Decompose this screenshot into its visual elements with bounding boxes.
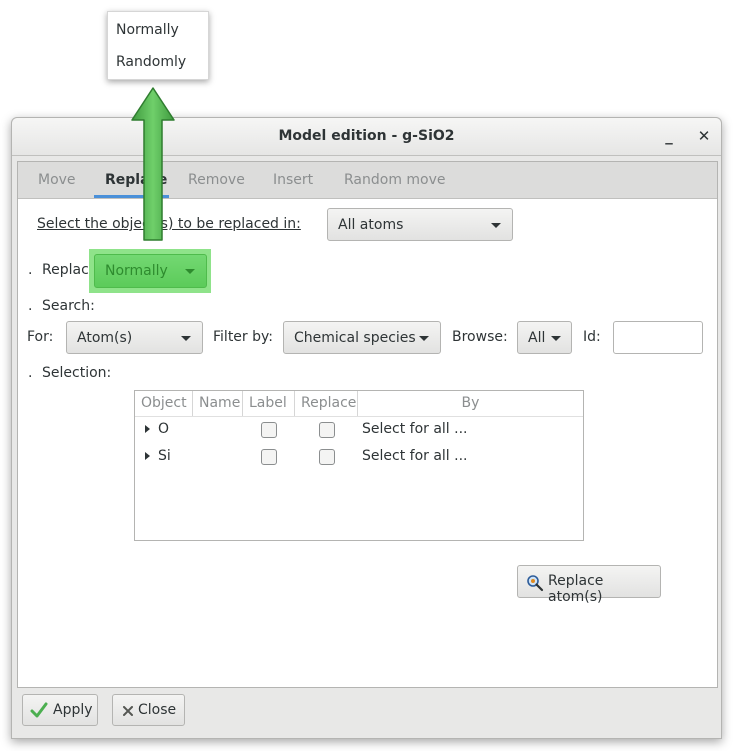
close-label: Close xyxy=(138,702,177,718)
browse-value: All xyxy=(528,330,546,346)
replace-checkbox[interactable] xyxy=(319,449,335,465)
popup-item-normally[interactable]: Normally xyxy=(116,22,179,38)
id-label: Id: xyxy=(583,329,601,345)
tab-remove[interactable]: Remove xyxy=(188,172,245,188)
apply-button[interactable]: Apply xyxy=(22,694,98,726)
label-checkbox[interactable] xyxy=(261,449,277,465)
tab-bar: Move Replace Remove Insert Random move xyxy=(18,162,717,199)
atom-magnify-icon xyxy=(527,575,544,592)
replace-atoms-button[interactable]: Replace atom(s) xyxy=(517,565,661,605)
col-replace[interactable]: Replace xyxy=(295,391,358,416)
row-object: Si xyxy=(158,448,171,464)
replace-mode-popup: Normally Randomly xyxy=(107,11,209,80)
row-by[interactable]: Select for all ... xyxy=(362,448,468,464)
selection-label: Selection: xyxy=(42,365,112,381)
chevron-down-icon xyxy=(551,336,561,341)
chevron-down-icon xyxy=(185,269,195,274)
for-label: For: xyxy=(27,329,54,345)
for-value: Atom(s) xyxy=(77,330,133,346)
browse-combo[interactable]: All xyxy=(517,321,572,354)
close-window-button[interactable]: ✕ xyxy=(693,125,715,147)
filter-by-combo[interactable]: Chemical species xyxy=(283,321,441,354)
tab-random-move[interactable]: Random move xyxy=(344,172,446,188)
bullet: . xyxy=(28,298,33,314)
replace-checkbox[interactable] xyxy=(319,422,335,438)
chevron-down-icon xyxy=(491,223,501,228)
replace-mode-combo[interactable]: Normally xyxy=(94,254,207,288)
expander-icon[interactable] xyxy=(145,452,150,460)
check-icon xyxy=(30,702,48,718)
for-combo[interactable]: Atom(s) xyxy=(66,321,203,354)
x-icon xyxy=(123,706,133,716)
col-name[interactable]: Name xyxy=(193,391,243,416)
filter-by-label: Filter by: xyxy=(213,329,273,345)
row-object: O xyxy=(158,421,170,437)
bullet: . xyxy=(28,365,33,381)
search-label: Search: xyxy=(42,298,95,314)
expander-icon[interactable] xyxy=(145,425,150,433)
col-label[interactable]: Label xyxy=(243,391,295,416)
table-row[interactable]: O Select for all ... xyxy=(135,417,583,443)
up-arrow-icon xyxy=(131,87,175,241)
apply-label: Apply xyxy=(53,702,93,718)
chevron-down-icon xyxy=(181,336,191,341)
window-title: Model edition - g-SiO2 xyxy=(278,128,455,144)
replace-mode-value: Normally xyxy=(105,263,168,279)
tab-move[interactable]: Move xyxy=(38,172,76,188)
browse-label: Browse: xyxy=(452,329,508,345)
filter-by-value: Chemical species xyxy=(294,330,416,346)
label-checkbox[interactable] xyxy=(261,422,277,438)
selection-table: Object Name Label Replace By O Select fo… xyxy=(134,390,584,541)
col-object[interactable]: Object xyxy=(135,391,193,416)
replace-atoms-label: Replace atom(s) xyxy=(548,573,604,605)
row-by[interactable]: Select for all ... xyxy=(362,421,468,437)
select-objects-combo[interactable]: All atoms xyxy=(327,208,513,241)
table-row[interactable]: Si Select for all ... xyxy=(135,444,583,470)
chevron-down-icon xyxy=(419,336,429,341)
id-input[interactable] xyxy=(613,321,703,354)
select-objects-value: All atoms xyxy=(338,217,404,233)
bullet: . xyxy=(28,262,33,278)
minimize-button[interactable]: _ xyxy=(658,125,680,147)
titlebar: Model edition - g-SiO2 _ ✕ xyxy=(12,118,721,156)
popup-item-randomly[interactable]: Randomly xyxy=(116,54,186,70)
close-button[interactable]: Close xyxy=(112,694,185,726)
tab-insert[interactable]: Insert xyxy=(273,172,313,188)
col-by[interactable]: By xyxy=(358,391,583,416)
